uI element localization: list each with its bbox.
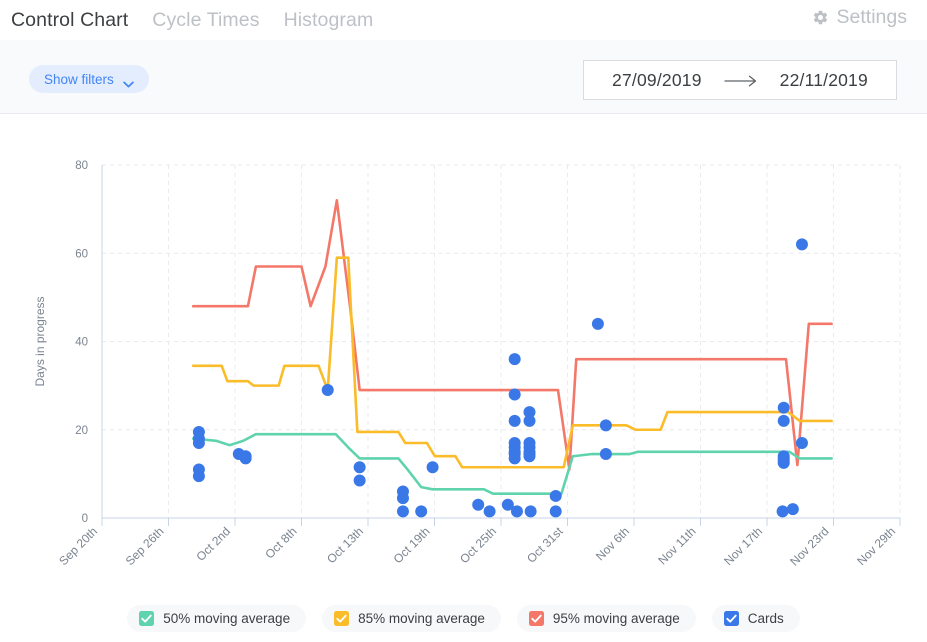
chart-scatter-points[interactable] xyxy=(192,238,808,518)
legend-label: 50% moving average xyxy=(163,611,291,626)
svg-text:Nov 17th: Nov 17th xyxy=(721,524,765,568)
svg-text:Nov 29th: Nov 29th xyxy=(854,524,898,568)
card-data-point[interactable] xyxy=(599,419,612,432)
show-filters-label: Show filters xyxy=(44,71,114,87)
card-data-point[interactable] xyxy=(549,505,562,518)
card-data-point[interactable] xyxy=(396,505,409,518)
card-data-point[interactable] xyxy=(786,503,799,516)
card-data-point[interactable] xyxy=(777,456,790,469)
legend-label: 85% moving average xyxy=(358,611,485,626)
legend-label: 95% moving average xyxy=(552,611,680,626)
chevron-down-icon xyxy=(123,76,134,87)
date-to-value[interactable]: 22/11/2019 xyxy=(780,70,868,91)
svg-text:Oct 25th: Oct 25th xyxy=(457,524,499,566)
svg-text:20: 20 xyxy=(75,425,88,437)
card-data-point[interactable] xyxy=(508,452,521,465)
legend-checkbox[interactable] xyxy=(723,611,739,626)
svg-text:Sep 20th: Sep 20th xyxy=(56,524,100,568)
svg-text:Nov 23rd: Nov 23rd xyxy=(787,524,831,568)
legend-label: Cards xyxy=(747,611,784,626)
settings-button[interactable]: Settings xyxy=(812,6,907,29)
card-data-point[interactable] xyxy=(524,505,537,518)
card-data-point[interactable] xyxy=(396,492,409,505)
card-data-point[interactable] xyxy=(599,448,612,461)
svg-text:Sep 26th: Sep 26th xyxy=(123,524,167,568)
control-chart-svg[interactable]: 0 20 40 60 80 Sep 20th Sep 26th Oct 2nd Oct 8th… xyxy=(0,115,927,642)
legend-checkbox[interactable] xyxy=(334,611,350,626)
card-data-point[interactable] xyxy=(510,505,523,518)
svg-text:80: 80 xyxy=(75,160,88,172)
legend-item[interactable]: Cards xyxy=(711,605,800,632)
svg-text:Oct 13th: Oct 13th xyxy=(324,524,366,566)
card-data-point[interactable] xyxy=(192,436,205,449)
tab-bar: Control Chart Cycle Times Histogram Sett… xyxy=(0,0,927,40)
svg-text:Nov 6th: Nov 6th xyxy=(593,524,632,563)
svg-text:60: 60 xyxy=(75,248,88,260)
control-chart-page: Control Chart Cycle Times Histogram Sett… xyxy=(0,0,927,642)
card-data-point[interactable] xyxy=(415,505,428,518)
card-data-point[interactable] xyxy=(353,474,366,487)
y-axis-ticks: 0 20 40 60 80 xyxy=(75,160,88,525)
svg-text:Oct 8th: Oct 8th xyxy=(262,524,299,561)
card-data-point[interactable] xyxy=(239,450,252,463)
svg-text:Oct 31st: Oct 31st xyxy=(524,524,566,566)
svg-text:0: 0 xyxy=(82,513,88,525)
chart-container: 0 20 40 60 80 Sep 20th Sep 26th Oct 2nd Oct 8th… xyxy=(0,115,927,642)
svg-text:Nov 11th: Nov 11th xyxy=(655,524,698,567)
tab-control-chart[interactable]: Control Chart xyxy=(11,9,128,32)
legend-checkbox[interactable] xyxy=(528,611,544,626)
legend-item[interactable]: 50% moving average xyxy=(127,605,307,632)
card-data-point[interactable] xyxy=(508,388,521,401)
tab-cycle-times[interactable]: Cycle Times xyxy=(152,9,259,32)
card-data-point[interactable] xyxy=(508,353,521,366)
card-data-point[interactable] xyxy=(777,414,790,427)
x-axis-ticks: Sep 20th Sep 26th Oct 2nd Oct 8th Oct 13th Oc… xyxy=(56,518,901,569)
card-data-point[interactable] xyxy=(192,470,205,483)
tab-histogram[interactable]: Histogram xyxy=(284,9,374,32)
card-data-point[interactable] xyxy=(523,450,536,463)
date-from-value[interactable]: 27/09/2019 xyxy=(612,70,702,91)
card-data-point[interactable] xyxy=(523,414,536,427)
card-data-point[interactable] xyxy=(777,401,790,414)
legend-checkbox[interactable] xyxy=(139,611,155,626)
date-range-picker[interactable]: 27/09/2019 22/11/2019 xyxy=(583,60,897,100)
svg-text:40: 40 xyxy=(75,337,88,349)
card-data-point[interactable] xyxy=(353,461,366,474)
series-line xyxy=(191,199,833,471)
card-data-point[interactable] xyxy=(321,384,334,397)
toolbar: Show filters 27/09/2019 22/11/2019 xyxy=(0,40,927,114)
legend-item[interactable]: 85% moving average xyxy=(322,605,501,632)
svg-text:Oct 19th: Oct 19th xyxy=(391,524,433,566)
card-data-point[interactable] xyxy=(483,505,496,518)
chart-legend: 50% moving average 85% moving average 95% … xyxy=(0,605,927,632)
show-filters-button[interactable]: Show filters xyxy=(29,65,149,93)
card-data-point[interactable] xyxy=(549,489,562,502)
svg-text:Oct 2nd: Oct 2nd xyxy=(194,524,234,564)
card-data-point[interactable] xyxy=(591,317,604,330)
card-data-point[interactable] xyxy=(776,505,789,518)
card-data-point[interactable] xyxy=(795,238,808,251)
card-data-point[interactable] xyxy=(426,461,439,474)
card-data-point[interactable] xyxy=(795,436,808,449)
legend-item[interactable]: 95% moving average xyxy=(516,605,696,632)
arrow-right-icon xyxy=(723,74,758,87)
settings-label: Settings xyxy=(836,6,907,28)
card-data-point[interactable] xyxy=(508,414,521,427)
card-data-point[interactable] xyxy=(472,498,485,511)
gear-icon xyxy=(812,9,829,26)
y-axis-title: Days in progress xyxy=(33,296,47,386)
